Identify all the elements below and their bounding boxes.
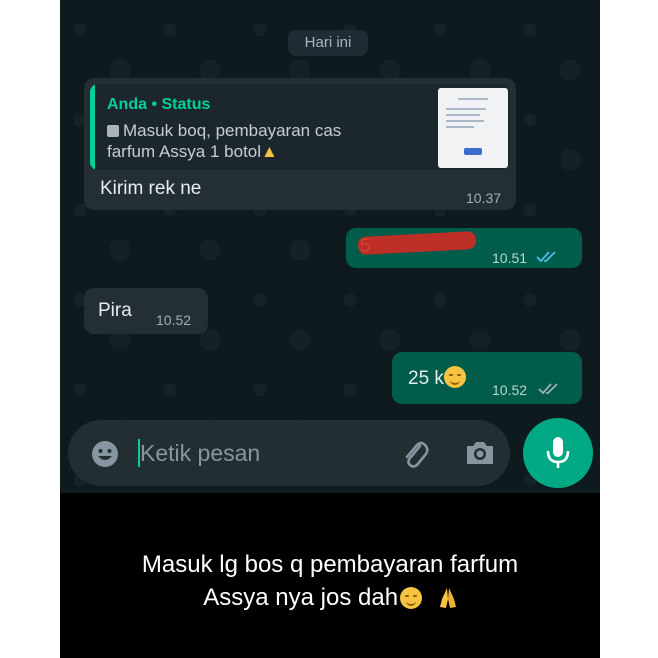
mic-button[interactable] <box>523 418 593 488</box>
message-composer[interactable]: Ketik pesan <box>68 420 510 486</box>
message-time: 10.52 <box>492 382 528 398</box>
message-bubble-outgoing[interactable]: 5 10.51 <box>346 228 582 268</box>
quoted-status[interactable]: Anda • Status Masuk boq, pembayaran cas … <box>90 84 510 170</box>
attach-icon[interactable] <box>400 438 430 470</box>
thumb-line <box>446 120 484 122</box>
message-bubble-incoming[interactable]: Anda • Status Masuk boq, pembayaran cas … <box>84 78 516 210</box>
message-input[interactable]: Ketik pesan <box>140 440 260 467</box>
message-text: Kirim rek ne <box>100 178 202 199</box>
message-text-value: 25 k <box>408 368 444 389</box>
message-bubble-outgoing[interactable]: 25 k 10.52 <box>392 352 582 404</box>
emoji-icon[interactable] <box>90 439 120 469</box>
quote-line-1: Masuk boq, pembayaran cas <box>123 121 342 140</box>
thumb-line <box>458 98 488 100</box>
photo-icon <box>107 125 119 137</box>
quote-author: Anda • Status <box>107 96 211 113</box>
phone-screen: Hari ini Anda • Status Masuk boq, pembay… <box>60 0 600 658</box>
quote-text: Masuk boq, pembayaran cas farfum Assya 1… <box>107 120 397 162</box>
folded-hands-emoji-icon <box>439 588 456 608</box>
smiling-face-emoji-icon <box>443 366 466 388</box>
chat-area[interactable]: Hari ini Anda • Status Masuk boq, pembay… <box>60 0 600 493</box>
thumb-line <box>446 108 486 110</box>
redaction-scribble <box>357 230 477 256</box>
message-time: 10.37 <box>466 190 502 206</box>
camera-icon[interactable] <box>464 439 496 467</box>
thumb-button <box>464 148 482 155</box>
caption-line-1: Masuk lg bos q pembayaran farfum <box>141 551 519 578</box>
read-ticks-icon <box>536 251 556 263</box>
thumbs-up-icon: ▲ <box>261 142 278 161</box>
status-thumbnail[interactable] <box>438 88 508 168</box>
date-chip: Hari ini <box>288 30 368 56</box>
caption-line-2: Assya nya jos dah <box>203 584 399 611</box>
message-text: Pira <box>98 300 132 321</box>
quote-line-2: farfum Assya 1 botol <box>107 142 262 161</box>
message-time: 10.51 <box>492 250 528 266</box>
thumb-line <box>446 114 480 116</box>
message-bubble-incoming[interactable]: Pira 10.52 <box>84 288 208 334</box>
read-ticks-icon <box>538 383 558 395</box>
smiling-face-emoji-icon <box>400 587 423 609</box>
message-time: 10.52 <box>156 312 192 328</box>
story-caption: Masuk lg bos q pembayaran farfum Assya n… <box>60 548 600 614</box>
thumb-line <box>446 126 474 128</box>
quote-accent-bar <box>90 84 95 170</box>
mic-icon <box>546 437 570 468</box>
message-text: 25 k <box>408 366 466 390</box>
